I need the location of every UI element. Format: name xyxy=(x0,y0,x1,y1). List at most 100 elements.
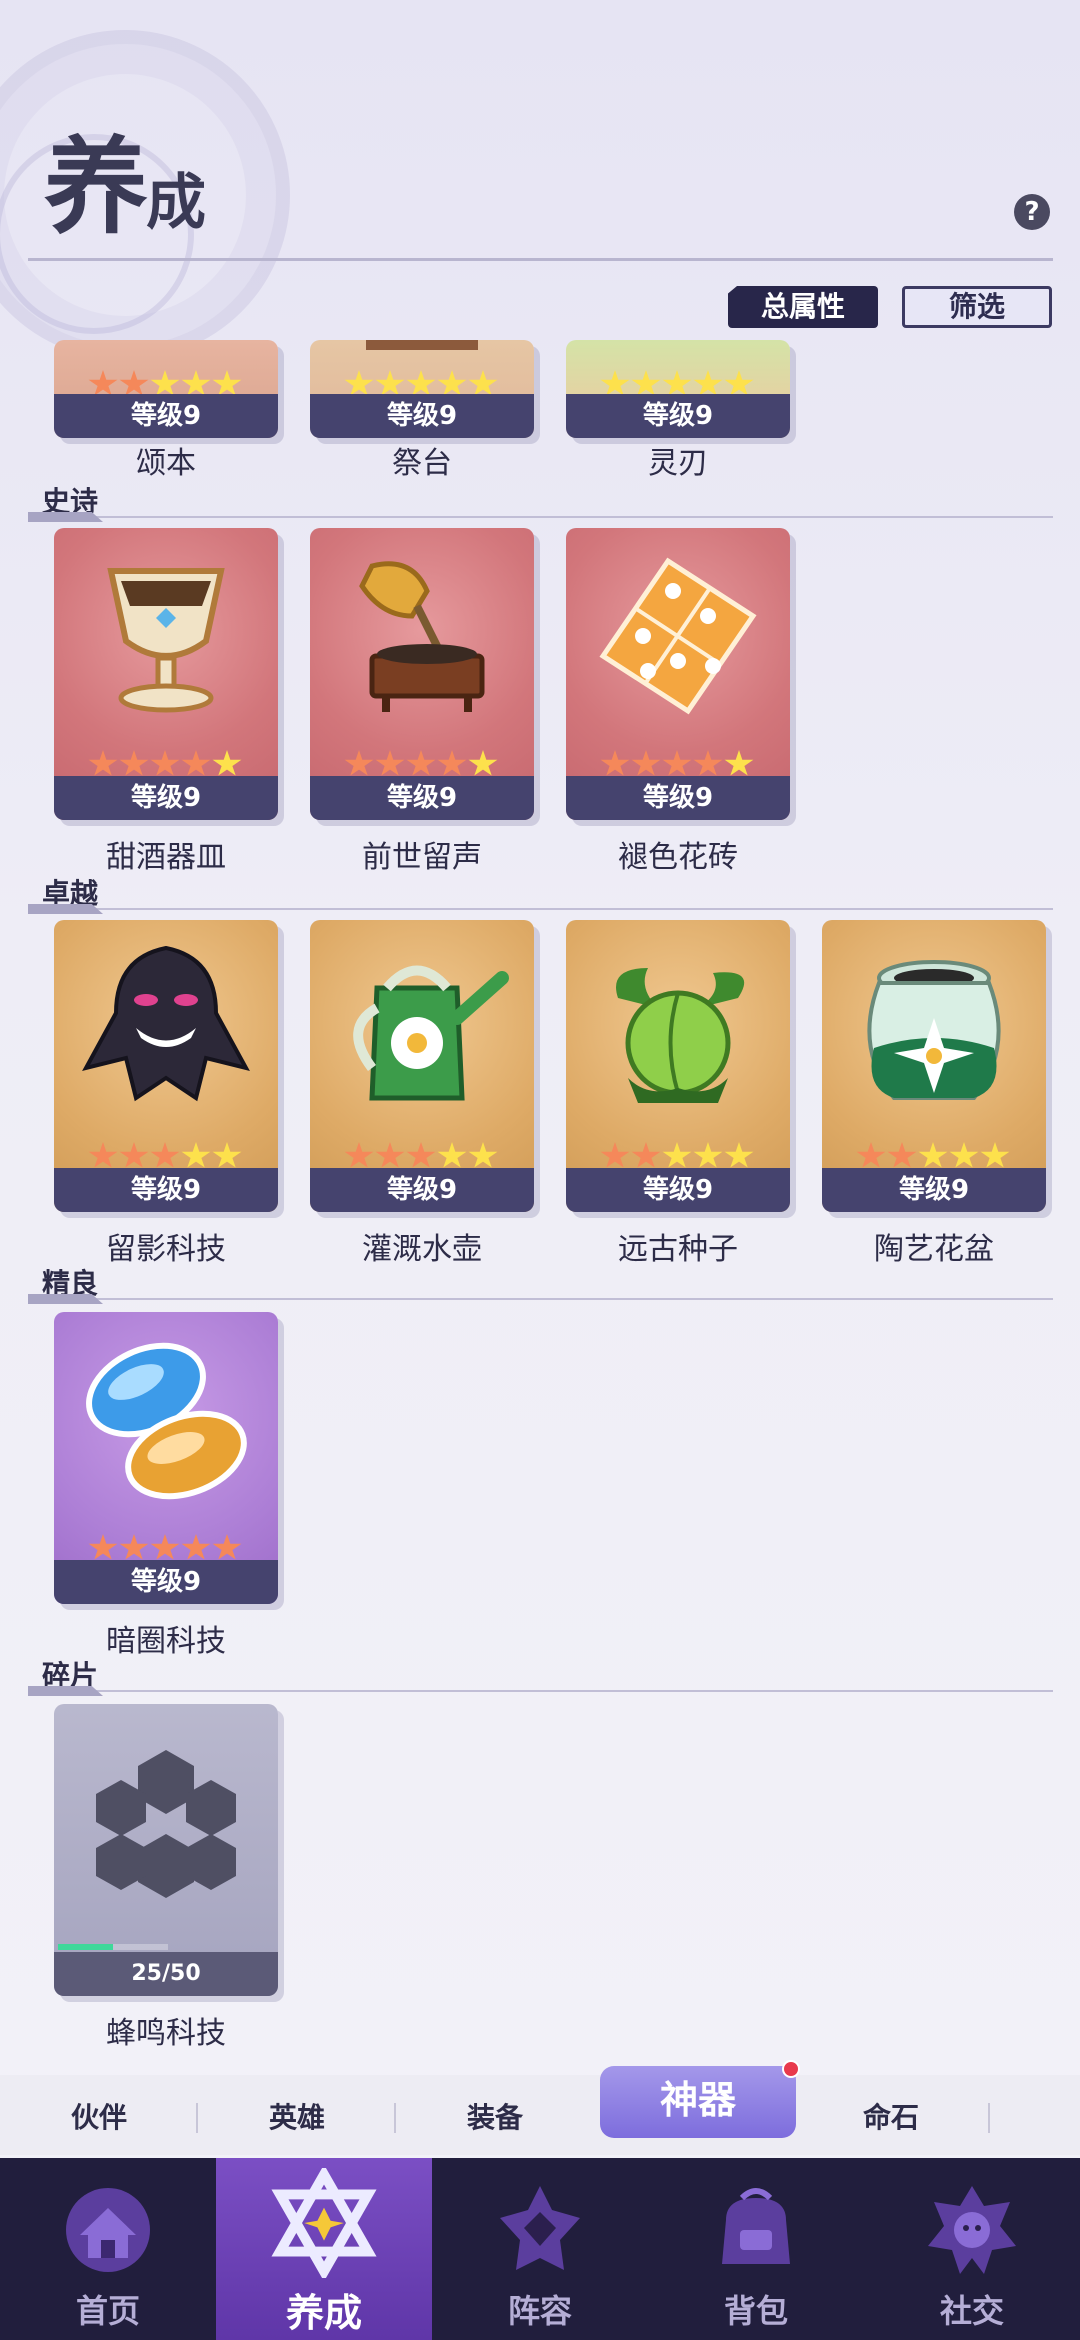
section-tab-decoration xyxy=(28,512,103,522)
star-icon xyxy=(693,750,723,776)
star-icon xyxy=(212,1534,242,1560)
star-rating xyxy=(88,750,242,778)
star-icon xyxy=(631,750,661,776)
subtab-equipment[interactable]: 装备 xyxy=(396,2075,594,2155)
star-icon xyxy=(662,750,692,776)
star-icon xyxy=(119,1142,149,1168)
star-icon xyxy=(88,1142,118,1168)
shard-progress-bar xyxy=(58,1944,168,1950)
card-body: 等级9 xyxy=(566,920,790,1212)
artifact-card[interactable]: 等级9 远古种子 xyxy=(566,920,790,1267)
star-icon xyxy=(468,1142,498,1168)
star-icon xyxy=(600,750,630,776)
artifact-name: 祭台 xyxy=(392,446,452,481)
star-icon xyxy=(150,750,180,776)
section-tab-decoration xyxy=(28,1686,103,1696)
star-icon xyxy=(693,1142,723,1168)
artifact-name: 前世留声 xyxy=(362,840,482,875)
altar-top-icon xyxy=(366,340,478,350)
level-label: 等级9 xyxy=(54,776,278,820)
artifact-card[interactable]: 25/50 蜂鸣科技 xyxy=(54,1704,278,2051)
level-label: 等级9 xyxy=(54,1560,278,1604)
star-icon xyxy=(600,1142,630,1168)
subtab-label: 命石 xyxy=(862,2101,919,2134)
nav-label: 背包 xyxy=(723,2292,788,2330)
level-label: 等级9 xyxy=(54,1168,278,1212)
artifact-card[interactable]: 等级9 甜酒器皿 xyxy=(54,528,278,875)
star-icon xyxy=(887,1142,917,1168)
page-title: 养 成 xyxy=(44,135,206,239)
tile-icon xyxy=(599,557,757,715)
star-rating xyxy=(344,750,498,778)
nav-lineup[interactable]: 阵容 xyxy=(432,2158,648,2340)
total-attributes-button[interactable]: 总属性 xyxy=(728,286,878,328)
star-icon xyxy=(119,1534,149,1560)
lens-icon xyxy=(86,1342,247,1500)
section-header-fine: 精良 xyxy=(28,1262,1053,1304)
page-title-sub: 成 xyxy=(146,168,207,238)
hexagon-cluster-icon xyxy=(96,1750,236,1898)
star-rating xyxy=(88,1534,242,1562)
star-icon xyxy=(119,750,149,776)
subtab-partner[interactable]: 伙伴 xyxy=(0,2075,198,2155)
artifact-list[interactable]: 等级9 颂本 等级9 祭台 等级9 灵刃 史诗 等级9 甜酒器皿 等级9 前世留… xyxy=(0,340,1080,2075)
artifact-card[interactable]: 等级9 灌溉水壶 xyxy=(310,920,534,1267)
section-tab-decoration xyxy=(28,904,103,914)
backpack-icon xyxy=(722,2188,790,2264)
star-icon xyxy=(949,1142,979,1168)
star-rating xyxy=(344,1142,498,1170)
nav-backpack[interactable]: 背包 xyxy=(648,2158,864,2340)
level-label: 等级9 xyxy=(54,394,278,438)
section-tab-decoration xyxy=(28,1294,103,1304)
card-body: 等级9 xyxy=(822,920,1046,1212)
card-body: 等级9 xyxy=(310,528,534,820)
star-icon xyxy=(212,750,242,776)
star-rating xyxy=(600,1142,754,1170)
nav-social[interactable]: 社交 xyxy=(864,2158,1080,2340)
subtab-label: 英雄 xyxy=(268,2101,325,2134)
artifact-card[interactable]: 等级9 前世留声 xyxy=(310,528,534,875)
star-icon xyxy=(437,750,467,776)
star-icon xyxy=(375,750,405,776)
card-body: 等级9 xyxy=(566,340,790,438)
artifact-card[interactable]: 等级9 留影科技 xyxy=(54,920,278,1267)
section-header-superb: 卓越 xyxy=(28,872,1053,914)
nav-cultivate[interactable]: 养成 xyxy=(216,2158,432,2340)
filter-button[interactable]: 筛选 xyxy=(902,286,1052,328)
shard-progress-label: 25/50 xyxy=(54,1952,278,1996)
star-icon xyxy=(724,750,754,776)
level-label: 等级9 xyxy=(566,394,790,438)
subtab-fate-stone[interactable]: 命石 xyxy=(792,2075,990,2155)
card-body: 等级9 xyxy=(566,528,790,820)
star-rating xyxy=(88,1142,242,1170)
artifact-name: 褪色花砖 xyxy=(618,840,738,875)
nav-home[interactable]: 首页 xyxy=(0,2158,216,2340)
section-divider xyxy=(28,1690,1053,1692)
subtab-label: 伙伴 xyxy=(70,2101,127,2134)
subtab-hero[interactable]: 英雄 xyxy=(198,2075,396,2155)
goblet-icon xyxy=(107,568,225,713)
shard-progress-fill xyxy=(58,1944,113,1950)
formation-icon xyxy=(500,2186,580,2270)
notification-dot xyxy=(782,2060,800,2078)
subtab-separator xyxy=(988,2103,990,2133)
section-divider xyxy=(28,908,1053,910)
page-title-main: 养 xyxy=(44,125,148,248)
star-rating xyxy=(856,1142,1010,1170)
artifact-name: 灵刃 xyxy=(648,446,708,481)
section-header-epic: 史诗 xyxy=(28,480,1053,522)
subtab-label: 装备 xyxy=(466,2101,523,2134)
artifact-card[interactable]: 等级9 褪色花砖 xyxy=(566,528,790,875)
level-label: 等级9 xyxy=(310,776,534,820)
card-body: 等级9 xyxy=(54,528,278,820)
level-label: 等级9 xyxy=(822,1168,1046,1212)
nav-label: 阵容 xyxy=(507,2292,572,2330)
nav-label: 首页 xyxy=(75,2292,140,2330)
help-button[interactable]: ? xyxy=(1014,194,1050,230)
subtab-artifact[interactable]: 神器 xyxy=(600,2066,796,2138)
artifact-card[interactable]: 等级9 暗圈科技 xyxy=(54,1312,278,1659)
artifact-card[interactable]: 等级9 陶艺花盆 xyxy=(822,920,1046,1267)
watering-can-icon xyxy=(353,965,509,1101)
star-icon xyxy=(406,1142,436,1168)
seed-icon xyxy=(616,968,745,1103)
